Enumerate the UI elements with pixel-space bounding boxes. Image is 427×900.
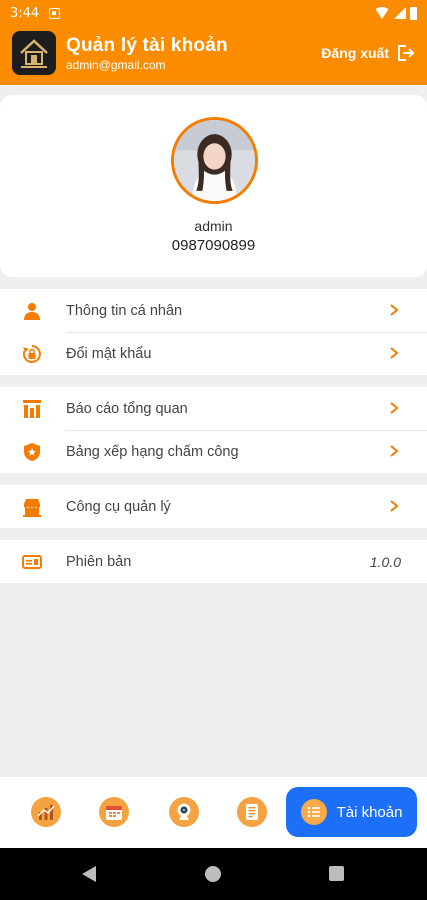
logout-icon [398,45,415,61]
menu-item-management-tools[interactable]: Công cụ quản lý [0,485,427,528]
nav-account-button[interactable]: Tài khoản [286,787,417,837]
menu-item-personal-info[interactable]: Thông tin cá nhân [0,289,427,332]
menu-label: Báo cáo tổng quan [66,400,188,417]
menu-group-reports: Báo cáo tổng quan Bảng xếp hạng chấm côn… [0,387,427,473]
status-time: 3:44 [10,5,40,21]
nav-account-label: Tài khoản [336,803,403,821]
wifi-icon [374,7,390,19]
chevron-right-icon [390,347,399,359]
nav-document-button[interactable] [237,797,267,827]
menu-group-account: Thông tin cá nhân Đổi mật khẩu [0,289,427,375]
menu-item-attendance-ranking[interactable]: Bảng xếp hạng chấm công [0,430,427,473]
header-row: Quản lý tài khoản admin@gmail.com Đăng x… [12,30,415,76]
document-icon [246,804,258,820]
lock-reset-icon [22,344,42,364]
shield-star-icon [22,442,42,462]
profile-name: admin [194,218,233,234]
menu-item-version: Phiên bản 1.0.0 [0,540,427,583]
back-icon[interactable] [82,866,96,882]
status-bar: 3:44 [0,0,427,26]
system-nav-bar [0,848,427,900]
profile-phone: 0987090899 [171,237,256,254]
menu-label: Đổi mật khẩu [66,345,152,362]
report-icon [22,399,42,419]
webcam-icon [177,803,191,820]
user-email: admin@gmail.com [66,57,166,72]
app-logo [12,31,56,75]
menu-item-overview-report[interactable]: Báo cáo tổng quan [0,387,427,430]
chart-icon [37,805,55,820]
house-logo-icon [20,39,48,68]
nav-chart-button[interactable] [31,797,61,827]
menu-label: Thông tin cá nhân [66,302,183,319]
signal-icon [394,7,406,19]
home-icon[interactable] [205,866,221,882]
chevron-right-icon [390,402,399,414]
status-icons [374,6,417,20]
avatar[interactable] [171,117,258,204]
chevron-right-icon [390,304,399,316]
profile-card: admin 0987090899 [0,95,427,277]
menu-label: Công cụ quản lý [66,498,171,515]
store-icon [22,497,42,517]
bottom-nav: Tài khoản [0,777,427,848]
chevron-right-icon [390,445,399,457]
menu-label: Phiên bản [66,553,132,570]
logout-button[interactable]: Đăng xuất [321,43,415,63]
recent-apps-icon[interactable] [329,866,344,881]
version-value: 1.0.0 [369,553,401,570]
app-header: 3:44 Quản lý tài khoản admin@gmail.com Đ… [0,0,427,85]
person-icon [22,301,42,321]
menu-group-tools: Công cụ quản lý [0,485,427,528]
notification-icon [49,7,61,19]
header-titles: Quản lý tài khoản admin@gmail.com [66,35,228,72]
page-title: Quản lý tài khoản [66,34,228,56]
menu-label: Bảng xếp hạng chấm công [66,443,239,460]
menu-item-change-password[interactable]: Đổi mật khẩu [0,332,427,375]
version-icon [22,552,42,572]
chevron-right-icon [390,500,399,512]
nav-webcam-button[interactable] [169,797,199,827]
account-list-icon [300,799,327,825]
nav-calendar-button[interactable] [99,797,129,827]
avatar-photo [174,120,255,201]
logout-label: Đăng xuất [321,45,389,61]
calendar-icon [106,806,122,820]
menu-group-version: Phiên bản 1.0.0 [0,540,427,583]
battery-icon [410,6,417,20]
